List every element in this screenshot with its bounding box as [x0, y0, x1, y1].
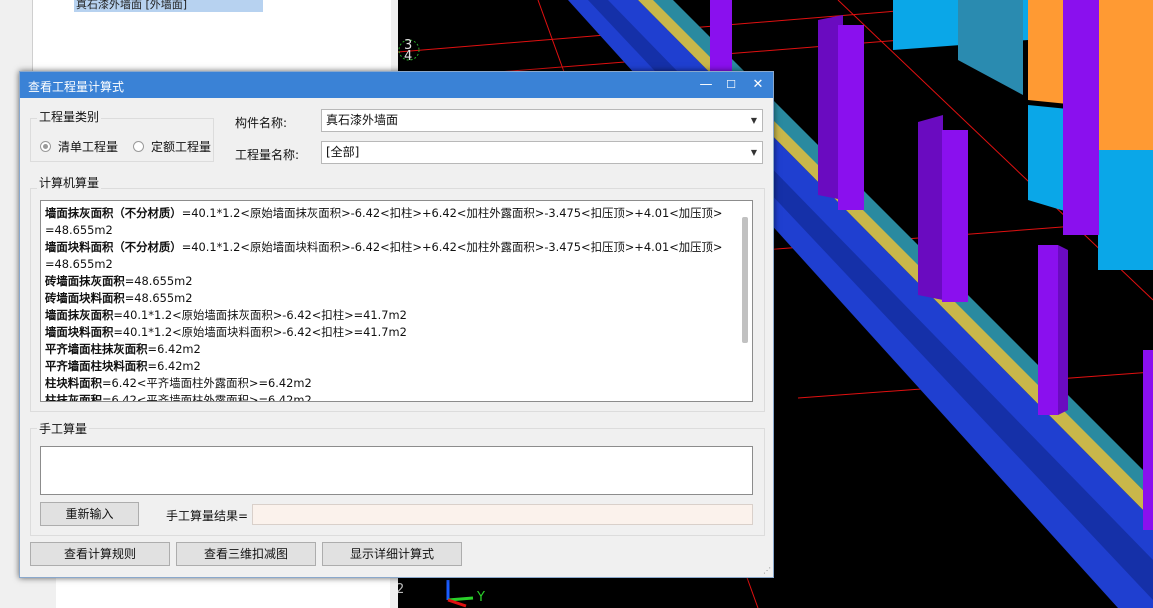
component-name-label: 构件名称: [235, 116, 288, 130]
radio-bill-quantity[interactable]: 清单工程量 [40, 138, 118, 155]
calc-line-name: 墙面抹灰面积（不分材质） [45, 206, 182, 220]
computer-calc-title: 计算机算量 [37, 174, 102, 191]
calc-line-name: 平齐墙面柱抹灰面积 [45, 342, 148, 356]
manual-result-field[interactable] [252, 504, 753, 525]
axis-number-4: 4 [404, 49, 413, 64]
calc-line-expr: =6.42m2 [147, 342, 201, 356]
calc-line-name: 平齐墙面柱块料面积 [45, 359, 148, 373]
calc-line: 砖墙面抹灰面积=48.655m2 [45, 273, 735, 290]
radio-quota-label: 定额工程量 [151, 140, 212, 154]
computer-calc-lines: 墙面抹灰面积（不分材质）=40.1*1.2<原始墙面抹灰面积>-6.42<扣柱>… [45, 205, 735, 402]
dialog-title: 查看工程量计算式 [28, 80, 125, 94]
view-calc-rules-button[interactable]: 查看计算规则 [30, 542, 170, 566]
calc-line: 平齐墙面柱块料面积=6.42m2 [45, 358, 735, 375]
quantity-formula-dialog: 查看工程量计算式 — ☐ ✕ 工程量类别 清单工程量 定额工程量 构件名称: 真… [19, 71, 774, 578]
minimize-icon[interactable]: — [695, 76, 717, 94]
manual-calc-title: 手工算量 [37, 420, 90, 437]
calc-line-expr: =6.42m2 [147, 359, 201, 373]
tree-bottom-strip [0, 578, 398, 608]
category-group-title: 工程量类别 [37, 108, 102, 125]
calc-line: 砖墙面块料面积=48.655m2 [45, 290, 735, 307]
reenter-button[interactable]: 重新输入 [40, 502, 139, 526]
quantity-name-select[interactable]: [全部] ▼ [321, 141, 763, 164]
calc-line: 柱抹灰面积=6.42<平齐墙面柱外露面积>=6.42m2 [45, 392, 735, 402]
calc-line-expr: =48.655m2 [124, 291, 193, 305]
calc-line-name: 柱抹灰面积 [45, 393, 102, 402]
calc-line: 墙面块料面积（不分材质）=40.1*1.2<原始墙面块料面积>-6.42<扣柱>… [45, 239, 735, 256]
dialog-titlebar[interactable]: 查看工程量计算式 — ☐ ✕ [20, 72, 773, 98]
calc-line-expr: =40.1*1.2<原始墙面块料面积>-6.42<扣柱>+6.42<加柱外露面积… [181, 240, 723, 254]
calc-line-expr: =48.655m2 [45, 257, 113, 271]
calc-line-expr: =48.655m2 [124, 274, 193, 288]
calc-line-name: 砖墙面抹灰面积 [45, 274, 125, 288]
calc-line: 墙面抹灰面积（不分材质）=40.1*1.2<原始墙面抹灰面积>-6.42<扣柱>… [45, 205, 735, 222]
bottom-glyph: 2 [398, 582, 405, 597]
calc-scrollbar-thumb[interactable] [742, 217, 748, 343]
calc-line: =48.655m2 [45, 222, 735, 239]
chevron-down-icon: ▼ [750, 148, 757, 157]
calc-line-name: 墙面块料面积 [45, 325, 114, 339]
manual-result-label: 手工算量结果= [166, 509, 249, 523]
calc-line: 墙面抹灰面积=40.1*1.2<原始墙面抹灰面积>-6.42<扣柱>=41.7m… [45, 307, 735, 324]
calc-line-name: 柱块料面积 [45, 376, 102, 390]
calc-line-expr: =6.42<平齐墙面柱外露面积>=6.42m2 [101, 376, 312, 390]
quantity-name-value: [全部] [326, 145, 360, 159]
radio-quota-circle [133, 141, 144, 152]
calc-line: 墙面块料面积=40.1*1.2<原始墙面块料面积>-6.42<扣柱>=41.7m… [45, 324, 735, 341]
calc-line-name: 砖墙面块料面积 [45, 291, 125, 305]
view-3d-deduction-button[interactable]: 查看三维扣减图 [176, 542, 316, 566]
calc-line: 柱块料面积=6.42<平齐墙面柱外露面积>=6.42m2 [45, 375, 735, 392]
show-detail-formula-button[interactable]: 显示详细计算式 [322, 542, 462, 566]
calc-line-name: 墙面抹灰面积 [45, 308, 114, 322]
radio-bill-label: 清单工程量 [58, 140, 119, 154]
calc-scrollbar[interactable] [742, 207, 750, 395]
component-name-value: 真石漆外墙面 [326, 113, 399, 127]
axis-gizmo [446, 580, 474, 608]
manual-calc-input[interactable] [40, 446, 753, 495]
calc-line-expr: =6.42<平齐墙面柱外露面积>=6.42m2 [101, 393, 312, 402]
calc-line-expr: =40.1*1.2<原始墙面块料面积>-6.42<扣柱>=41.7m2 [113, 325, 407, 339]
component-name-select[interactable]: 真石漆外墙面 ▼ [321, 109, 763, 132]
calc-line: =48.655m2 [45, 256, 735, 273]
calc-line-expr: =48.655m2 [45, 223, 113, 237]
tree-selected-item[interactable]: 真石漆外墙面 [外墙面] [74, 0, 263, 12]
radio-quota-quantity[interactable]: 定额工程量 [133, 138, 211, 155]
axis-y-label: Y [477, 590, 485, 605]
quantity-name-label: 工程量名称: [235, 148, 300, 162]
maximize-icon[interactable]: ☐ [720, 76, 742, 94]
calc-line-name: 墙面块料面积（不分材质） [45, 240, 182, 254]
calc-line-expr: =40.1*1.2<原始墙面抹灰面积>-6.42<扣柱>+6.42<加柱外露面积… [181, 206, 723, 220]
close-icon[interactable]: ✕ [747, 76, 769, 94]
resize-grip-icon[interactable]: ⋰ [763, 567, 771, 575]
computer-calc-text[interactable]: 墙面抹灰面积（不分材质）=40.1*1.2<原始墙面抹灰面积>-6.42<扣柱>… [40, 200, 753, 402]
calc-line: 平齐墙面柱抹灰面积=6.42m2 [45, 341, 735, 358]
calc-line-expr: =40.1*1.2<原始墙面抹灰面积>-6.42<扣柱>=41.7m2 [113, 308, 407, 322]
chevron-down-icon: ▼ [750, 116, 757, 125]
radio-bill-circle [40, 141, 51, 152]
